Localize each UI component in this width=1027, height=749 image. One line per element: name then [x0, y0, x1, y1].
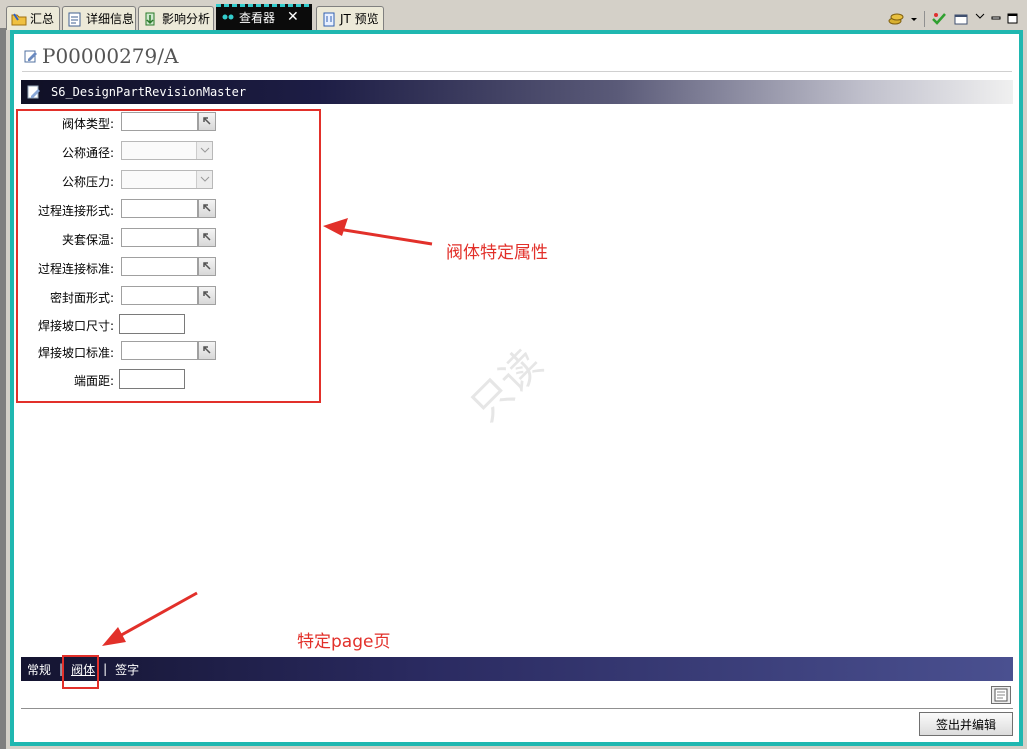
annotation-page-tab: 特定page页 [297, 632, 391, 652]
application-window: 汇总 详细信息 影响分析 查看器 ✕ JT 预览 P00000279/A S6_… [0, 0, 1027, 749]
annotation-valve-props: 阀体特定属性 [446, 243, 548, 263]
annotation-arrows [102, 218, 433, 646]
